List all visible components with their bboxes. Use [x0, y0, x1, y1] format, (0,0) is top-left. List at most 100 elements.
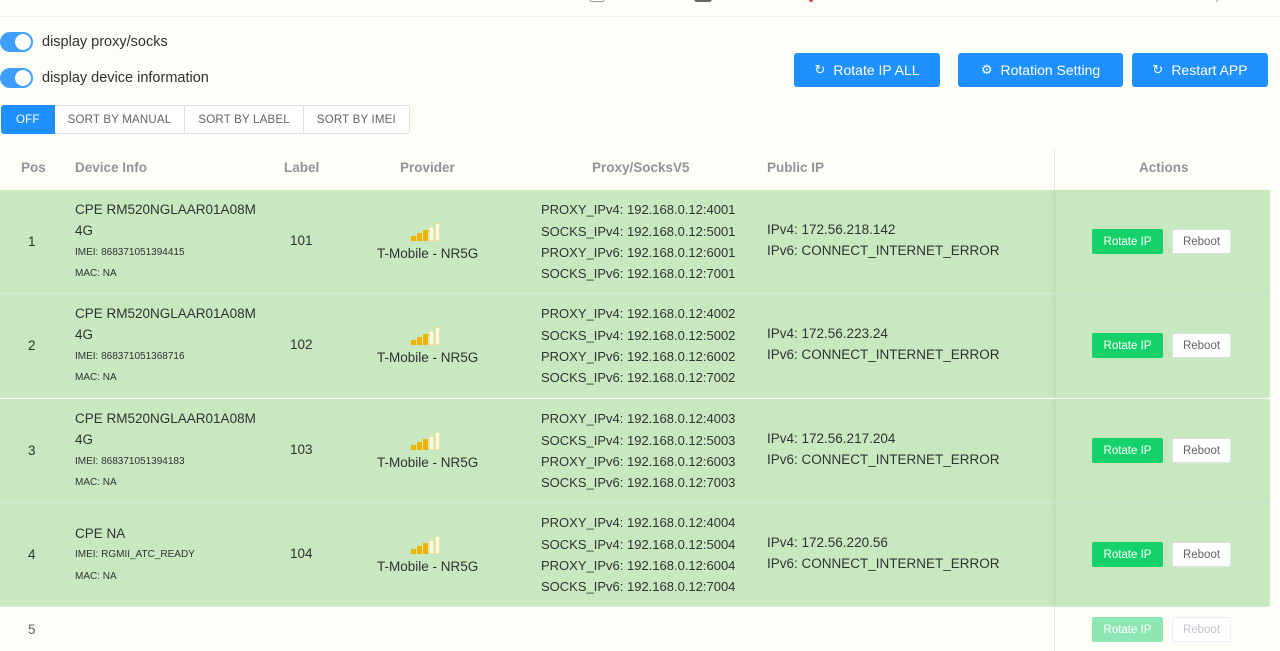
proxy-toggle-label: display proxy/socks [42, 34, 168, 50]
tab-off[interactable]: OFF [1, 105, 55, 134]
restart-app-button[interactable]: ↻ Restart APP [1132, 53, 1268, 87]
rotate-ip-button[interactable]: Rotate IP [1092, 438, 1163, 463]
device-title: CPE RM520NGLAAR01A08M4G [75, 306, 256, 342]
table-row: 4 CPE NA IMEI: RGMII_ATC_READY MAC: NA 104 T-… [0, 503, 1270, 607]
signal-bar [423, 230, 428, 241]
actions-cell [1056, 503, 1270, 606]
reboot-button[interactable]: Reboot [1172, 333, 1231, 358]
row-pos: 4 [28, 547, 36, 562]
signal-bar [429, 540, 434, 554]
public-ipv4: IPv4: 172.56.220.56 [767, 535, 888, 550]
table-row: 1 CPE RM520NGLAAR01A08M4G IMEI: 8683710513… [0, 190, 1270, 294]
menu-icon[interactable] [1212, 0, 1218, 2]
actions-cell [1056, 190, 1270, 293]
public-ipv6: IPv6: CONNECT_INTERNET_ERROR [767, 243, 1000, 258]
reboot-button[interactable]: Reboot [1172, 229, 1231, 254]
reboot-button[interactable]: Reboot [1172, 542, 1231, 567]
signal-bar [411, 340, 416, 345]
signal-icon [411, 432, 441, 450]
row-label: 103 [290, 442, 313, 457]
rotation-setting-button[interactable]: ⚙ Rotation Setting [958, 53, 1123, 87]
table-row: 5 Rotate IP Reboot [0, 608, 1270, 651]
row-pos: 5 [28, 622, 36, 637]
proxy-line: PROXY_IPv4: 192.168.0.12:4004 [541, 515, 736, 530]
rotation-setting-label: Rotation Setting [1000, 62, 1101, 78]
actions-cell [1056, 399, 1270, 502]
public-ipv6: IPv6: CONNECT_INTERNET_ERROR [767, 452, 1000, 467]
proxy-line: PROXY_IPv6: 192.168.0.12:6002 [541, 349, 736, 364]
row-pos: 2 [28, 338, 36, 353]
proxy-line: SOCKS_IPv4: 192.168.0.12:5002 [541, 328, 736, 343]
rotate-all-label: Rotate IP ALL [833, 62, 920, 78]
device-imei: IMEI: RGMII_ATC_READY [75, 549, 195, 560]
public-ipv4: IPv4: 172.56.217.204 [767, 431, 896, 446]
proxy-toggle[interactable] [0, 32, 33, 52]
row-provider: T-Mobile - NR5G [377, 246, 479, 261]
row-provider: T-Mobile - NR5G [377, 559, 479, 574]
device-title: CPE RM520NGLAAR01A08M4G [75, 202, 256, 238]
toggle-knob [15, 34, 31, 50]
signal-bar [429, 227, 434, 241]
signal-bar [417, 442, 422, 450]
row-label: 101 [290, 233, 313, 248]
signal-bar [435, 432, 440, 450]
reboot-button[interactable]: Reboot [1172, 617, 1231, 642]
rotate-ip-button[interactable]: Rotate IP [1092, 333, 1163, 358]
public-ipv4: IPv4: 172.56.223.24 [767, 326, 888, 341]
device-imei: IMEI: 868371051368716 [75, 351, 185, 362]
row-label: 102 [290, 337, 313, 352]
proxy-line: SOCKS_IPv4: 192.168.0.12:5001 [541, 224, 736, 239]
proxy-line: PROXY_IPv6: 192.168.0.12:6001 [541, 245, 736, 260]
device-imei: IMEI: 868371051394183 [75, 456, 185, 467]
device-icon[interactable] [589, 0, 605, 2]
rotate-ip-button[interactable]: Rotate IP [1092, 229, 1163, 254]
row-provider: T-Mobile - NR5G [377, 350, 479, 365]
signal-bar [411, 549, 416, 554]
window-icon[interactable] [694, 0, 712, 2]
device-mac: MAC: NA [75, 571, 117, 582]
device-title: CPE NA [75, 526, 126, 541]
restart-app-label: Restart APP [1171, 62, 1248, 78]
top-bar [0, 0, 1280, 17]
rotate-ip-button[interactable]: Rotate IP [1092, 542, 1163, 567]
proxy-line: PROXY_IPv4: 192.168.0.12:4001 [541, 202, 736, 217]
row-label: 104 [290, 546, 313, 561]
proxy-line: PROXY_IPv4: 192.168.0.12:4003 [541, 411, 736, 426]
public-ipv4: IPv4: 172.56.218.142 [767, 222, 896, 237]
col-public-ip: Public IP [767, 160, 825, 175]
alert-icon[interactable] [809, 0, 813, 2]
col-proxy: Proxy/SocksV5 [592, 160, 690, 175]
signal-bar [411, 236, 416, 241]
public-ipv6: IPv6: CONNECT_INTERNET_ERROR [767, 556, 1000, 571]
device-title: CPE RM520NGLAAR01A08M4G [75, 411, 256, 447]
actions-cell [1056, 294, 1270, 397]
toggle-knob [15, 70, 31, 86]
proxy-toggle-row: display proxy/socks [0, 31, 168, 53]
signal-icon [411, 223, 441, 241]
signal-bar [429, 331, 434, 345]
row-pos: 3 [28, 443, 36, 458]
reboot-button[interactable]: Reboot [1172, 438, 1231, 463]
sort-tabs: OFF SORT BY MANUAL SORT BY LABEL SORT BY… [1, 105, 410, 134]
device-imei: IMEI: 868371051394415 [75, 247, 185, 258]
proxy-line: PROXY_IPv6: 192.168.0.12:6003 [541, 454, 736, 469]
refresh-icon: ↻ [1152, 62, 1164, 77]
rotate-ip-button[interactable]: Rotate IP [1092, 617, 1163, 642]
rotate-ip-all-button[interactable]: ↻ Rotate IP ALL [794, 53, 940, 87]
signal-bar [417, 337, 422, 345]
table-row: 2 CPE RM520NGLAAR01A08M4G IMEI: 8683710513… [0, 294, 1270, 398]
col-provider: Provider [400, 160, 455, 175]
device-mac: MAC: NA [75, 477, 117, 488]
proxy-line: SOCKS_IPv6: 192.168.0.12:7002 [541, 370, 736, 385]
public-ipv6: IPv6: CONNECT_INTERNET_ERROR [767, 347, 1000, 362]
tab-sort-label[interactable]: SORT BY LABEL [185, 105, 304, 134]
tab-sort-imei[interactable]: SORT BY IMEI [303, 105, 410, 134]
signal-icon [411, 536, 441, 554]
tab-sort-manual[interactable]: SORT BY MANUAL [54, 105, 186, 134]
device-toggle-row: display device information [0, 67, 209, 89]
signal-bar [435, 536, 440, 554]
proxy-line: PROXY_IPv4: 192.168.0.12:4002 [541, 306, 736, 321]
device-info-toggle[interactable] [0, 68, 33, 88]
device-mac: MAC: NA [75, 268, 117, 279]
signal-bar [423, 543, 428, 554]
